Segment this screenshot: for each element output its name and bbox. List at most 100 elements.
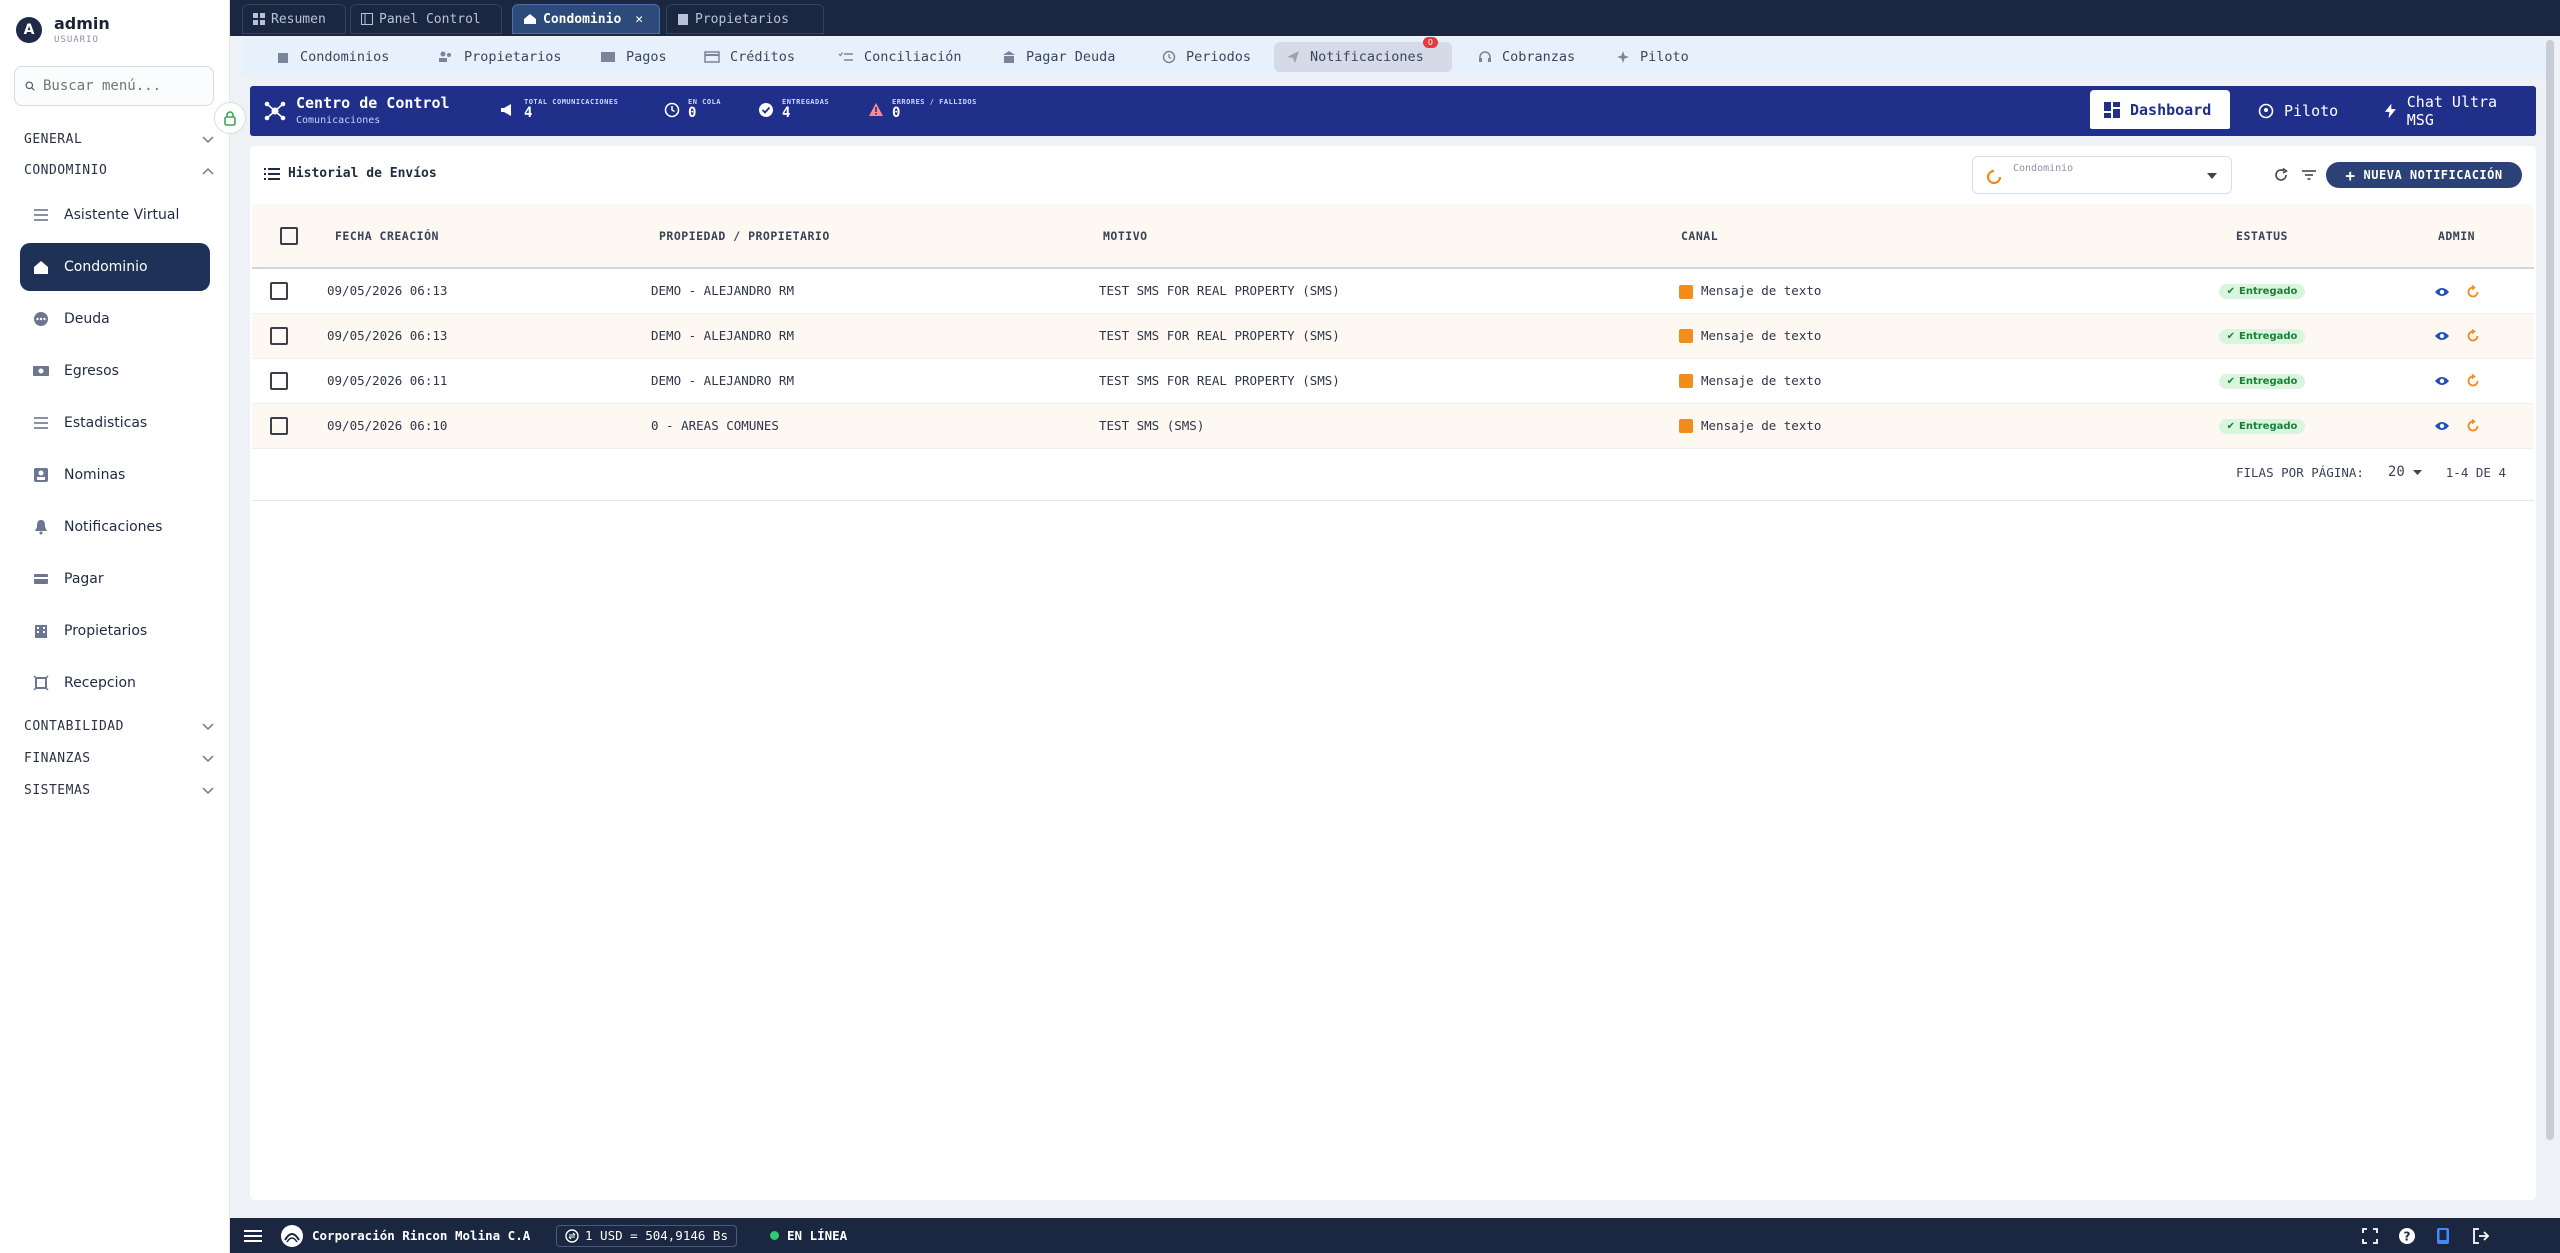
cell-admin xyxy=(2379,313,2534,358)
section-general[interactable]: GENERAL xyxy=(24,132,214,147)
refresh-button[interactable] xyxy=(2270,164,2292,186)
close-tab-icon[interactable]: ✕ xyxy=(635,12,643,27)
view-icon[interactable] xyxy=(2434,420,2450,432)
lock-icon xyxy=(224,111,236,126)
tab-label: Pagos xyxy=(626,49,667,65)
row-checkbox[interactable] xyxy=(270,371,288,390)
piloto-button[interactable]: Piloto xyxy=(2244,90,2352,132)
tab-piloto[interactable]: Piloto xyxy=(1604,42,1701,72)
logout-button[interactable] xyxy=(2472,1218,2490,1253)
sms-icon xyxy=(1679,419,1693,434)
sidebar-item-nominas[interactable]: Nominas xyxy=(20,451,210,499)
history-card: Historial de Envíos Condominio + NUEVA N… xyxy=(250,146,2536,1200)
fullscreen-icon xyxy=(2362,1227,2378,1244)
tab-condominios[interactable]: Condominios xyxy=(264,42,401,72)
rows-per-page-select[interactable]: 20 xyxy=(2388,464,2422,480)
sidebar-item-egresos[interactable]: Egresos xyxy=(20,347,210,395)
cell-propiedad: 0 - AREAS COMUNES xyxy=(651,418,779,433)
resend-icon[interactable] xyxy=(2466,419,2480,433)
status-badge: ✔ Entregado xyxy=(2218,284,2306,300)
new-notification-button[interactable]: + NUEVA NOTIFICACIÓN xyxy=(2326,162,2522,188)
row-checkbox[interactable] xyxy=(270,326,288,345)
section-finanzas[interactable]: FINANZAS xyxy=(24,751,214,766)
exchange-rate: 1 USD = 504,9146 Bs xyxy=(556,1218,737,1253)
tab-notificaciones[interactable]: Notificaciones 0 xyxy=(1274,37,1452,72)
tab-pagar-deuda[interactable]: Pagar Deuda xyxy=(990,42,1127,72)
col-motivo[interactable]: MOTIVO xyxy=(1099,204,1679,268)
dropdown-arrow-icon xyxy=(2207,173,2217,179)
condominio-select[interactable]: Condominio xyxy=(1972,156,2232,194)
chevron-down-icon xyxy=(202,754,214,762)
sidebar-item-recepcion[interactable]: Recepcion xyxy=(20,659,210,707)
view-icon[interactable] xyxy=(2434,375,2450,387)
col-fecha[interactable]: FECHA CREACIÓN xyxy=(307,204,649,268)
tab-propietarios[interactable]: Propietarios xyxy=(426,42,574,72)
user-role: USUARIO xyxy=(54,35,99,45)
fullscreen-button[interactable] xyxy=(2362,1218,2378,1253)
table-row[interactable]: 09/05/2026 06:13 DEMO - ALEJANDRO RM TEST … xyxy=(252,313,2534,358)
table-row[interactable]: 09/05/2026 06:11 DEMO - ALEJANDRO RM TEST … xyxy=(252,358,2534,403)
window-tab-label: Resumen xyxy=(271,11,326,27)
tab-conciliacion[interactable]: Conciliación xyxy=(826,42,974,72)
search-input[interactable] xyxy=(43,78,203,94)
col-canal[interactable]: CANAL xyxy=(1679,204,2145,268)
filter-icon xyxy=(2302,170,2316,180)
user-block[interactable]: A admin USUARIO xyxy=(16,14,110,45)
table-row[interactable]: 09/05/2026 06:10 0 - AREAS COMUNES TEST SM… xyxy=(252,403,2534,448)
resend-icon[interactable] xyxy=(2466,284,2480,299)
module-nav: Condominios Propietarios Pagos Créditos … xyxy=(242,37,2546,76)
chat-ultra-msg-button[interactable]: Chat Ultra MSG xyxy=(2370,90,2536,132)
window-tab-propietarios[interactable]: Propietarios xyxy=(666,4,824,34)
sidebar-item-pagar[interactable]: Pagar xyxy=(20,555,210,603)
row-checkbox[interactable] xyxy=(270,416,288,435)
scrollbar[interactable] xyxy=(2546,40,2554,1140)
view-icon[interactable] xyxy=(2434,286,2450,298)
window-tab-panel-control[interactable]: Panel Control xyxy=(350,4,502,34)
window-tab-condominio[interactable]: Condominio ✕ xyxy=(512,4,660,34)
col-propiedad[interactable]: PROPIEDAD / PROPIETARIO xyxy=(649,204,1099,268)
sidebar-item-estadisticas[interactable]: Estadisticas xyxy=(20,399,210,447)
resend-icon[interactable] xyxy=(2466,329,2480,343)
connection-status: EN LÍNEA xyxy=(770,1218,847,1253)
mobile-view-button[interactable] xyxy=(2436,1218,2450,1253)
cell-admin xyxy=(2379,358,2534,403)
cell-canal: Mensaje de texto xyxy=(1679,403,2145,448)
tab-periodos[interactable]: Periodos xyxy=(1150,42,1263,72)
status-label: Entregado xyxy=(2239,376,2298,387)
section-sistemas[interactable]: SISTEMAS xyxy=(24,783,214,798)
cell-fecha: 09/05/2026 06:11 xyxy=(327,373,448,388)
table-row[interactable]: 09/05/2026 06:13 DEMO - ALEJANDRO RM TEST … xyxy=(252,268,2534,313)
sidebar-item-asistente-virtual[interactable]: Asistente Virtual xyxy=(20,191,210,239)
megaphone-icon xyxy=(501,104,511,116)
dashboard-icon xyxy=(2104,101,2120,118)
tab-pagos[interactable]: Pagos xyxy=(588,42,679,72)
section-condominio[interactable]: CONDOMINIO xyxy=(24,163,214,178)
window-tab-resumen[interactable]: Resumen xyxy=(242,4,346,34)
online-dot-icon xyxy=(770,1231,779,1240)
building-icon xyxy=(32,622,50,640)
stat-errores: ERRORES / FALLIDOS 0 xyxy=(868,98,977,120)
menu-button[interactable] xyxy=(244,1218,262,1253)
view-icon[interactable] xyxy=(2434,330,2450,342)
company-info[interactable]: Corporación Rincon Molina C.A xyxy=(280,1218,530,1253)
sidebar-item-deuda[interactable]: Deuda xyxy=(20,295,210,343)
checklist-icon xyxy=(838,52,853,61)
select-all-checkbox[interactable] xyxy=(280,226,298,245)
sidebar-item-label: Notificaciones xyxy=(64,519,163,535)
lock-button[interactable] xyxy=(214,102,246,134)
sidebar-item-condominio[interactable]: Condominio xyxy=(20,243,210,291)
dashboard-button[interactable]: Dashboard xyxy=(2090,90,2230,132)
col-estatus[interactable]: ESTATUS xyxy=(2145,204,2379,268)
resend-icon[interactable] xyxy=(2466,374,2480,388)
tab-creditos[interactable]: Créditos xyxy=(692,42,807,72)
filter-button[interactable] xyxy=(2298,164,2320,186)
help-button[interactable]: ? xyxy=(2398,1218,2416,1253)
window-tab-label: Condominio xyxy=(543,11,622,27)
sidebar-item-notificaciones[interactable]: Notificaciones xyxy=(20,503,210,551)
sidebar-item-propietarios[interactable]: Propietarios xyxy=(20,607,210,655)
row-checkbox[interactable] xyxy=(270,281,288,300)
cell-canal: Mensaje de texto xyxy=(1679,313,2145,358)
section-contabilidad[interactable]: CONTABILIDAD xyxy=(24,719,214,734)
search-box[interactable] xyxy=(14,66,214,106)
tab-cobranzas[interactable]: Cobranzas xyxy=(1466,42,1587,72)
